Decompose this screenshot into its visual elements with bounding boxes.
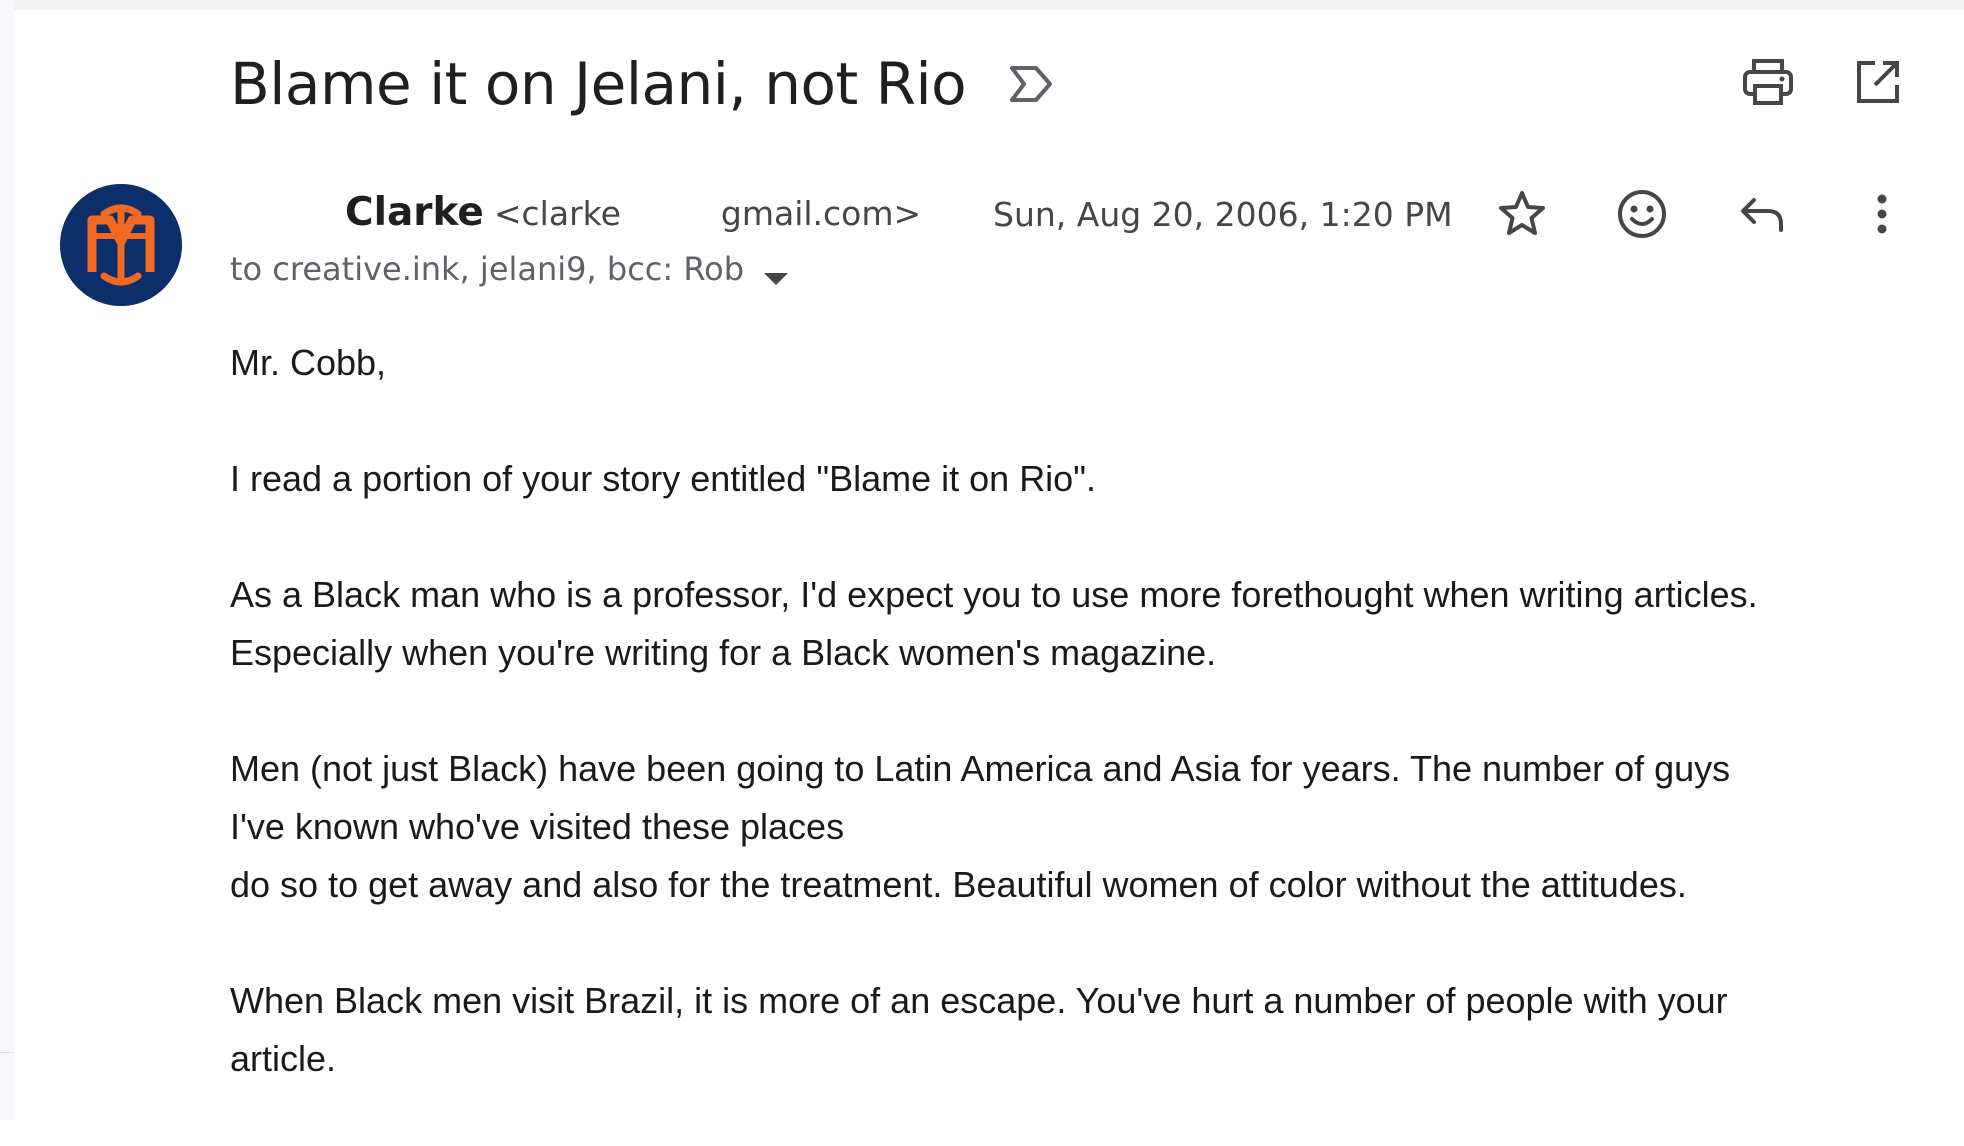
sender-email-domain: gmail.com>: [720, 194, 922, 233]
body-line: Mr. Cobb,: [230, 342, 387, 383]
body-line: Especially when you're writing for a Bla…: [230, 632, 1217, 673]
paragraph: Men (not just Black) have been going to …: [230, 740, 1930, 914]
message-date[interactable]: Sun, Aug 20, 2006, 1:20 PM: [993, 190, 1453, 240]
recipients-line: to creative.ink, jelani9, bcc: Rob: [230, 250, 790, 288]
label-icon[interactable]: [1006, 62, 1056, 106]
sender-email: <clarke: [493, 194, 621, 233]
emoji-react-icon[interactable]: [1612, 182, 1672, 246]
open-in-new-window-icon[interactable]: [1848, 52, 1908, 112]
body-line: Men (not just Black) have been going to …: [230, 748, 1731, 789]
reply-icon[interactable]: [1732, 182, 1792, 246]
recipients-text: to creative.ink, jelani9, bcc: Rob: [230, 250, 745, 288]
paragraph: As a Black man who is a professor, I'd e…: [230, 566, 1930, 682]
left-panel-edge: [0, 0, 14, 1120]
body-line: do so to get away and also for the treat…: [230, 864, 1687, 905]
print-icon[interactable]: [1738, 52, 1798, 112]
body-line: As a Black man who is a professor, I'd e…: [230, 574, 1758, 615]
thread-actions: [1738, 52, 1908, 112]
message-body: Mr. Cobb, I read a portion of your story…: [230, 334, 1930, 1146]
paragraph: When Black men visit Brazil, it is more …: [230, 972, 1930, 1088]
sender-name[interactable]: Clarke: [345, 190, 484, 235]
body-line: article.: [230, 1038, 337, 1079]
avatar[interactable]: [60, 184, 182, 306]
body-line: I've known who've visited these places: [230, 806, 845, 847]
message-actions: [1492, 182, 1912, 246]
sender-line: Clarke <clarke gmail.com>: [230, 190, 921, 240]
email-subject: Blame it on Jelani, not Rio: [230, 50, 967, 118]
subject-row: Blame it on Jelani, not Rio: [230, 44, 1056, 124]
more-vert-icon[interactable]: [1852, 182, 1912, 246]
body-line: When Black men visit Brazil, it is more …: [230, 980, 1728, 1021]
dropdown-arrow-icon[interactable]: [762, 259, 790, 285]
top-divider: [14, 0, 1964, 10]
greeting: Mr. Cobb,: [230, 334, 1930, 392]
paragraph: I read a portion of your story entitled …: [230, 450, 1930, 508]
body-line: I read a portion of your story entitled …: [230, 458, 1096, 499]
star-icon[interactable]: [1492, 182, 1552, 246]
panel-divider: [0, 1052, 14, 1053]
